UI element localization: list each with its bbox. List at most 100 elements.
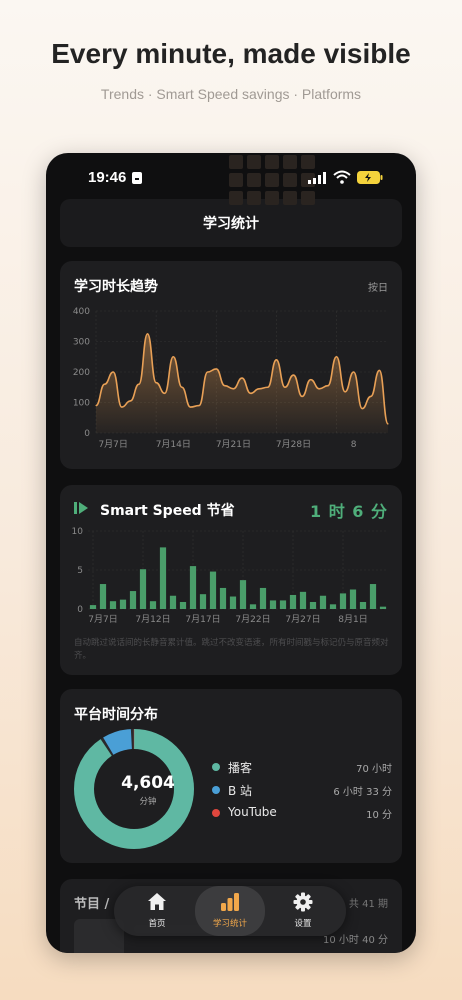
speed-bar: [89, 605, 97, 609]
tab-stats[interactable]: 学习统计: [195, 886, 265, 936]
trend-y-tick: 100: [73, 399, 90, 409]
trend-point: [335, 356, 338, 358]
speed-bar: [99, 584, 107, 609]
signal-icon: [308, 172, 326, 184]
speed-bar: [279, 600, 287, 609]
trend-point: [155, 382, 157, 384]
speed-bar: [299, 591, 307, 609]
speed-bar: [119, 599, 127, 609]
speed-bar: [249, 604, 257, 609]
trend-point: [249, 392, 252, 394]
trend-point: [95, 404, 97, 407]
speed-x-tick: 7月12日: [135, 614, 170, 625]
smart-speed-total: 1 时 6 分: [310, 502, 388, 521]
trend-y-tick: 200: [73, 368, 90, 378]
trend-x-tick: 7月21日: [216, 439, 251, 450]
trend-point: [284, 386, 286, 388]
trend-point: [258, 388, 260, 390]
trend-point: [146, 333, 149, 335]
smart-speed-title: Smart Speed 节省: [100, 503, 235, 519]
trend-x-tick: 7月28日: [276, 439, 311, 450]
trend-point: [215, 368, 217, 370]
status-bar: 19:46: [46, 153, 416, 205]
speed-bar: [359, 601, 367, 609]
trend-point: [241, 377, 243, 379]
subline: Trends · Smart Speed savings · Platforms: [100, 86, 362, 102]
trend-x-tick: 7月14日: [156, 439, 191, 450]
trend-point: [275, 359, 277, 361]
gear-icon: [293, 892, 313, 912]
legend-dot: [212, 786, 220, 794]
tab-home[interactable]: 首页: [122, 886, 192, 936]
trend-chart: 0 100 200 300 400 7月7日 7月14日 7月21日 7月28日 8: [73, 307, 389, 450]
speed-bar: [349, 589, 357, 609]
episodes-count: 共 41 期: [348, 899, 388, 910]
legend-value: 70 小时: [356, 764, 392, 775]
trend-point: [103, 383, 106, 385]
legend-value: 10 分: [366, 810, 392, 821]
trend-point: [310, 379, 312, 381]
trend-point: [267, 386, 269, 388]
trend-point: [121, 406, 123, 408]
legend-value: 6 小时 33 分: [333, 787, 392, 798]
smart-speed-chart: 0 5 10 7月7日 7月12日 7月17日 7月22日 7月27日 8月1日: [72, 527, 388, 625]
speed-bar: [179, 601, 187, 609]
trend-card: 学习时长趋势 按日 0 100 200 300 400 7月7日 7月14日 7月21日 7月2…: [60, 261, 402, 469]
speed-x-tick: 7月22日: [235, 614, 270, 625]
episodes-title: 节目 /: [74, 897, 110, 912]
speed-bar: [309, 601, 317, 609]
speed-bar: [339, 593, 347, 609]
speed-bar: [259, 587, 267, 609]
speed-bar: [109, 601, 117, 609]
legend-dot: [212, 763, 220, 771]
platform-card: 平台时间分布 4,604 分钟 播客 70 小时 B 站 6 小时 33 分 Y…: [60, 689, 402, 863]
speed-bar: [149, 601, 157, 609]
speed-bar: [319, 595, 327, 609]
platform-title: 平台时间分布: [74, 707, 158, 723]
speed-bar: [219, 587, 227, 609]
trend-point: [301, 395, 303, 397]
speed-bar: [229, 596, 237, 609]
speed-bar: [199, 594, 207, 609]
speed-bar: [139, 569, 147, 609]
speed-bar: [239, 580, 247, 609]
trend-point: [292, 374, 295, 376]
speed-bar: [169, 595, 177, 609]
speed-bar: [189, 566, 197, 609]
speed-y-tick: 10: [72, 527, 84, 537]
speed-bar: [379, 606, 387, 609]
speed-bar: [129, 591, 137, 609]
fast-forward-icon: [74, 502, 88, 514]
legend-row-podcast[interactable]: 播客 70 小时: [212, 759, 392, 775]
speed-x-tick: 7月17日: [185, 614, 220, 625]
speed-bar: [269, 600, 277, 609]
trend-point: [378, 369, 381, 372]
stats-icon: [221, 893, 239, 911]
trend-point: [353, 371, 355, 373]
trend-point: [129, 400, 131, 402]
speed-bar: [369, 584, 377, 609]
trend-point: [172, 356, 174, 358]
phone-screen: 学习统计 19:46 学习时长趋势 按日 0 100 200 300 400 7月7日 7月…: [46, 153, 416, 953]
tab-settings[interactable]: 设置: [268, 886, 338, 936]
id-card-icon: [132, 172, 142, 184]
trend-point: [189, 406, 192, 408]
trend-point: [164, 392, 166, 394]
trend-point: [181, 386, 183, 388]
legend-row-bilibili[interactable]: B 站 6 小时 33 分: [212, 782, 392, 798]
tab-label: 设置: [294, 919, 312, 929]
legend-row-youtube[interactable]: YouTube 10 分: [212, 805, 392, 821]
donut-total-value: 4,604: [121, 773, 175, 793]
speed-x-tick: 7月27日: [285, 614, 320, 625]
legend-name: 播客: [228, 761, 253, 775]
trend-y-tick: 300: [73, 338, 90, 348]
speed-bar: [329, 604, 337, 609]
episode-thumbnail[interactable]: [74, 919, 124, 953]
trend-point: [198, 404, 200, 407]
granularity-toggle[interactable]: 按日: [368, 279, 388, 294]
trend-title: 学习时长趋势: [74, 279, 158, 295]
trend-point: [327, 385, 329, 387]
tab-label: 学习统计: [212, 919, 247, 929]
trend-point: [318, 388, 320, 390]
legend-name: B 站: [228, 784, 253, 798]
